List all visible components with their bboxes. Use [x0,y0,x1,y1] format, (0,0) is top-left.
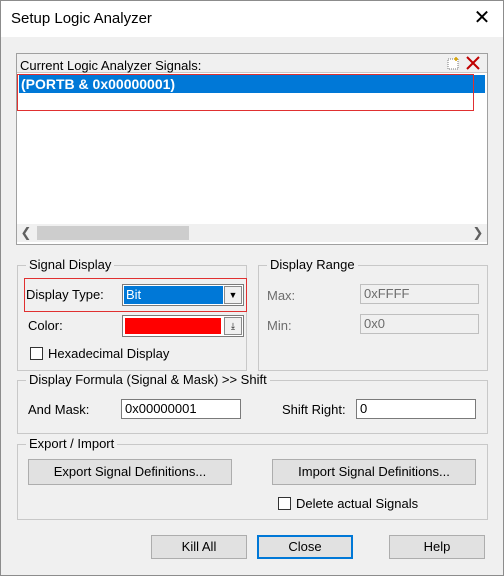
export-import-group: Export / Import Export Signal Definition… [17,436,488,520]
scroll-thumb[interactable] [37,226,189,240]
color-picker[interactable]: ⤓ [122,315,244,337]
delete-signal-icon[interactable] [465,56,481,71]
export-signal-definitions-button[interactable]: Export Signal Definitions... [28,459,232,485]
signals-panel: Current Logic Analyzer Signals: (PORTB &… [16,53,488,245]
and-mask-label: And Mask: [28,402,90,417]
export-import-group-label: Export / Import [26,436,118,451]
color-swatch [125,318,221,334]
max-label: Max: [267,288,296,303]
close-icon[interactable]: ✕ [469,5,495,31]
signals-header-label: Current Logic Analyzer Signals: [20,58,202,73]
window-title: Setup Logic Analyzer [11,10,152,27]
display-range-group-label: Display Range [267,257,358,272]
horizontal-scrollbar[interactable]: ❮ ❯ [17,224,487,242]
new-signal-icon[interactable] [445,56,461,71]
kill-all-button[interactable]: Kill All [151,535,247,559]
help-button[interactable]: Help [389,535,485,559]
delete-actual-signals-checkbox[interactable] [278,497,291,510]
display-range-group: Display Range Max: 0xFFFF Min: 0x0 [258,257,488,371]
list-item[interactable]: (PORTB & 0x00000001) [19,75,485,93]
hexadecimal-display-checkbox[interactable] [30,347,43,360]
and-mask-input[interactable]: 0x00000001 [121,399,241,419]
color-picker-arrow-icon[interactable]: ⤓ [224,317,242,335]
scroll-right-icon[interactable]: ❯ [469,224,487,242]
import-signal-definitions-button[interactable]: Import Signal Definitions... [272,459,476,485]
signal-display-group-label: Signal Display [26,257,115,272]
max-field: 0xFFFF [360,284,479,304]
signals-header: Current Logic Analyzer Signals: [17,54,487,73]
delete-actual-signals-label: Delete actual Signals [296,496,419,511]
display-type-select[interactable]: Bit ▼ [122,284,244,306]
shift-right-input[interactable]: 0 [356,399,476,419]
signals-list[interactable]: (PORTB & 0x00000001) [17,74,487,224]
shift-right-label: Shift Right: [282,402,346,417]
signal-display-group: Signal Display Display Type: Bit ▼ Color… [17,257,247,371]
display-type-label: Display Type: [26,287,104,302]
hexadecimal-display-label: Hexadecimal Display [48,346,170,361]
close-button[interactable]: Close [257,535,353,559]
min-label: Min: [267,318,292,333]
dropdown-arrow-icon[interactable]: ▼ [224,286,242,304]
display-formula-group: Display Formula (Signal & Mask) >> Shift… [17,372,488,434]
title-bar: Setup Logic Analyzer ✕ [1,1,503,37]
min-field: 0x0 [360,314,479,334]
color-label: Color: [28,318,63,333]
scroll-left-icon[interactable]: ❮ [17,224,35,242]
setup-logic-analyzer-dialog: Setup Logic Analyzer ✕ Current Logic Ana… [0,0,504,576]
display-type-value: Bit [124,286,223,304]
display-formula-group-label: Display Formula (Signal & Mask) >> Shift [26,372,270,387]
